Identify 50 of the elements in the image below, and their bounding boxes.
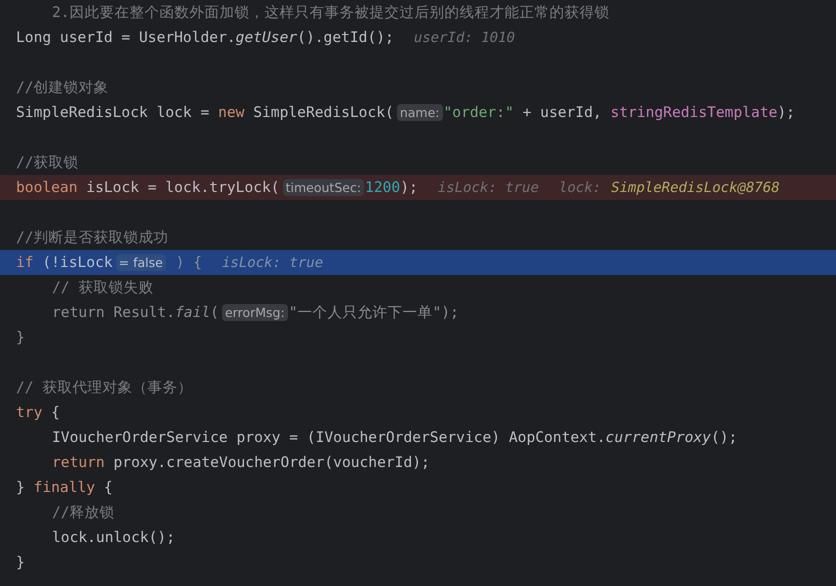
code-keyword: return bbox=[52, 454, 105, 471]
code-text: isLock = lock.tryLock( bbox=[85, 179, 280, 196]
parameter-hint: errorMsg: bbox=[222, 304, 288, 321]
code-comment: // 获取代理对象（事务） bbox=[16, 378, 192, 397]
code-text: + userId, bbox=[522, 104, 603, 121]
inline-debug-value: isLock: true bbox=[438, 180, 539, 196]
code-comment: //判断是否获取锁成功 bbox=[16, 228, 169, 247]
code-comment: //释放锁 bbox=[52, 503, 115, 522]
code-comment: //创建锁对象 bbox=[16, 78, 109, 97]
code-text: ( bbox=[210, 304, 219, 321]
code-comment: 2.因此要在整个函数外面加锁，这样只有事务被提交过后别的线程才能正常的获得锁 bbox=[52, 3, 610, 22]
code-field: stringRedisTemplate bbox=[610, 104, 778, 121]
inline-debug-value: isLock: true bbox=[222, 254, 324, 270]
code-keyword: new bbox=[218, 104, 244, 121]
code-text: ) { bbox=[174, 254, 202, 271]
code-text: IVoucherOrderService proxy = (IVoucherOrderService) AopContext. bbox=[52, 429, 606, 446]
code-text: SimpleRedisLock( bbox=[252, 104, 394, 121]
code-text: "一个人只允许下一单"); bbox=[288, 303, 459, 322]
code-keyword: finally bbox=[34, 479, 96, 496]
code-keyword: boolean bbox=[16, 179, 78, 196]
code-text: { bbox=[102, 479, 113, 496]
parameter-hint: = false bbox=[116, 254, 166, 271]
parameter-hint: name: bbox=[396, 104, 442, 121]
code-text: { bbox=[50, 404, 60, 421]
code-text: } bbox=[16, 554, 25, 571]
code-method: fail bbox=[175, 304, 210, 321]
code-keyword: if bbox=[16, 254, 34, 271]
code-text: } bbox=[16, 329, 25, 346]
code-text: (); bbox=[710, 429, 738, 446]
inline-debug-value: userId: 1010 bbox=[414, 30, 515, 46]
code-text: proxy.createVoucherOrder(voucherId); bbox=[112, 454, 430, 471]
inline-debug-value: lock: bbox=[558, 180, 602, 196]
code-method: getUser bbox=[236, 29, 298, 46]
inline-debug-value: SimpleRedisLock@8768 bbox=[611, 180, 780, 196]
code-text: (!isLock bbox=[41, 254, 113, 271]
code-text: Long userId = UserHolder. bbox=[16, 29, 236, 46]
code-text: lock.unlock(); bbox=[52, 529, 176, 546]
code-comment: //获取锁 bbox=[16, 153, 79, 172]
code-method: currentProxy bbox=[606, 429, 711, 446]
code-string: "order:" bbox=[444, 104, 514, 121]
code-keyword: try bbox=[16, 404, 42, 421]
code-text: ); bbox=[400, 179, 418, 196]
code-text: return Result. bbox=[52, 304, 176, 321]
code-text: ); bbox=[777, 104, 795, 121]
code-comment: // 获取锁失败 bbox=[52, 278, 154, 297]
code-text: } bbox=[16, 479, 26, 496]
code-text: SimpleRedisLock lock = bbox=[16, 104, 210, 121]
parameter-hint: timeoutSec: bbox=[282, 179, 364, 196]
code-text: ().getId(); bbox=[297, 29, 394, 46]
code-number: 1200 bbox=[365, 179, 400, 196]
